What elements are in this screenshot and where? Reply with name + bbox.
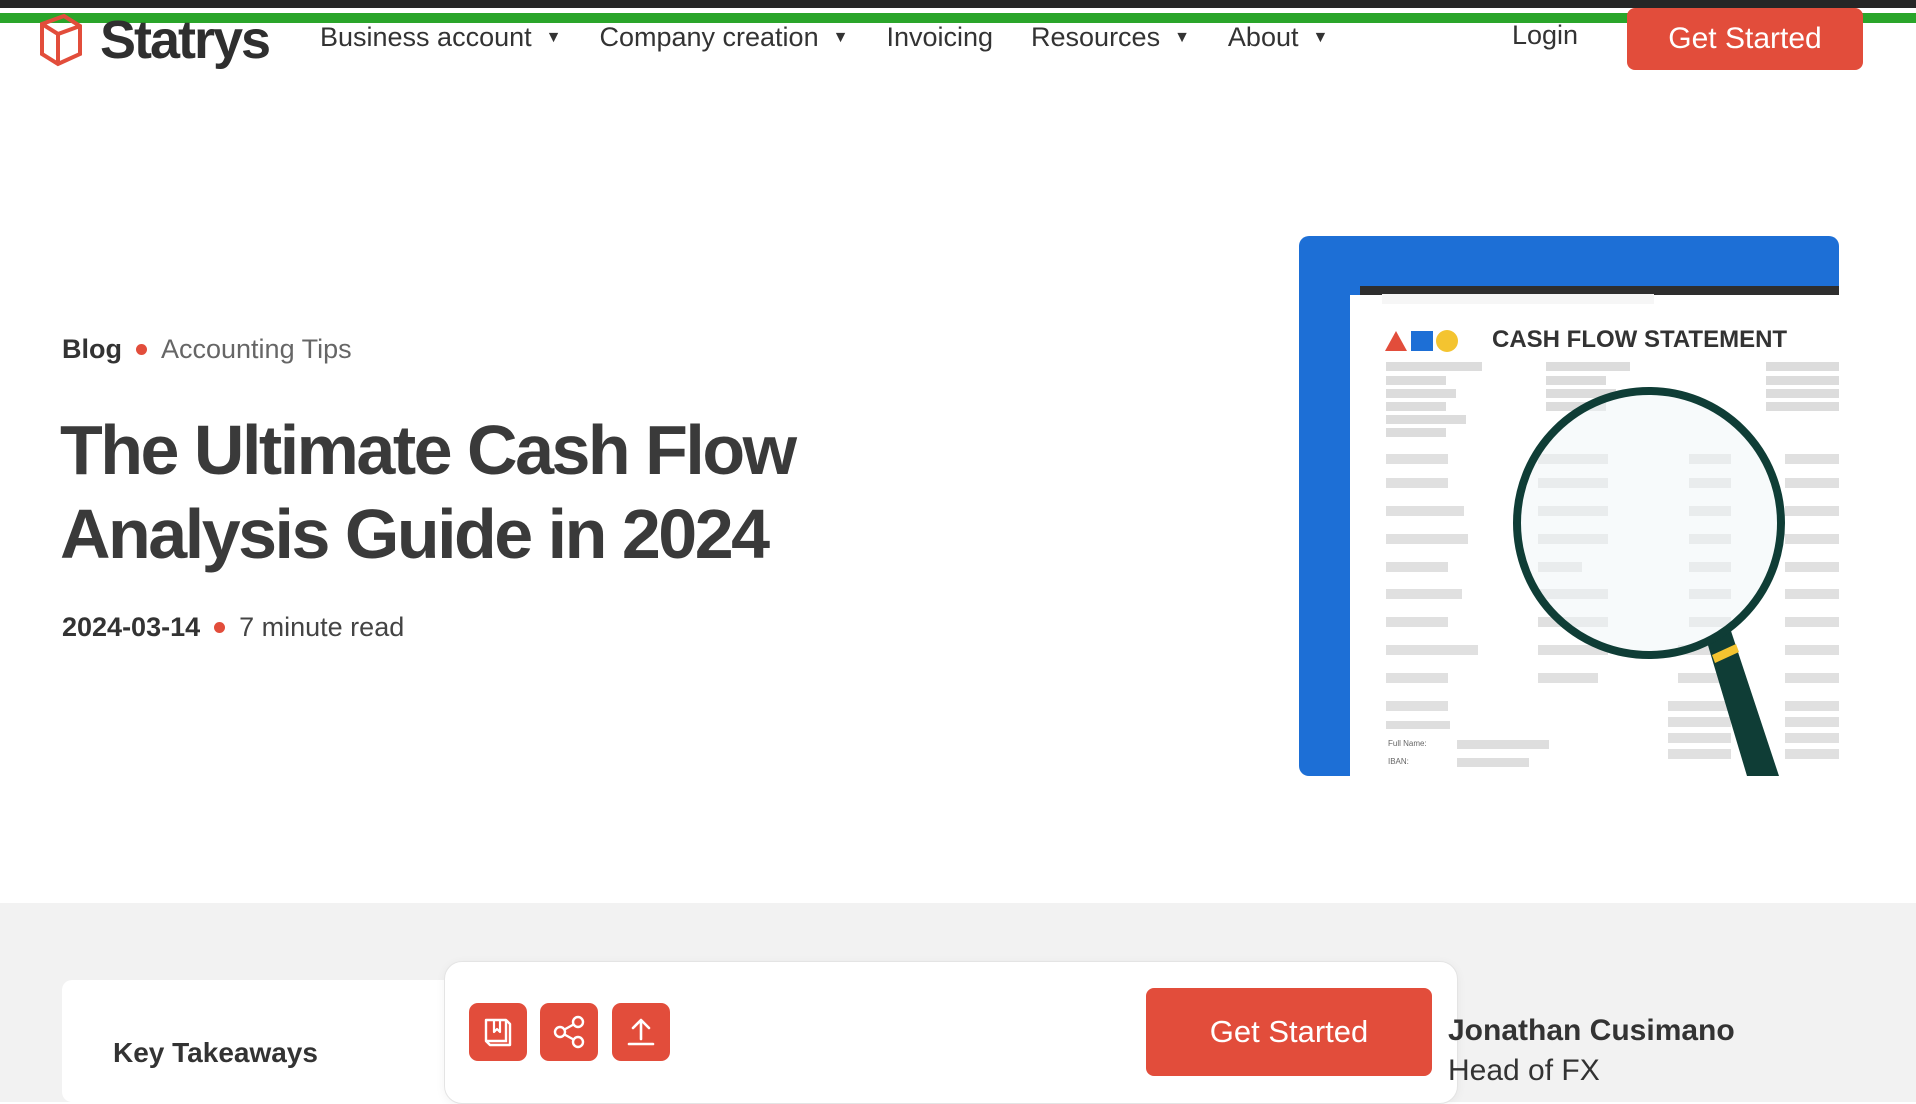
- cash-flow-illustration: CASH FLOW STATEMENT Full Name: IBAN:: [1299, 236, 1839, 776]
- upload-button[interactable]: [612, 1003, 670, 1061]
- book-icon: [484, 1018, 512, 1047]
- nav-company-creation[interactable]: Company creation ▼: [599, 22, 848, 53]
- separator-dot: [136, 344, 147, 355]
- statrys-logo-icon: [40, 13, 82, 67]
- brand-name: Statrys: [100, 10, 271, 70]
- read-time: 7 minute read: [239, 612, 405, 642]
- nav-about[interactable]: About ▼: [1228, 22, 1328, 53]
- publish-date: 2024-03-14: [62, 612, 201, 642]
- breadcrumb: Blog Accounting Tips: [62, 334, 352, 365]
- caret-down-icon: ▼: [832, 28, 849, 46]
- caret-down-icon: ▼: [545, 28, 562, 46]
- nav-resources[interactable]: Resources ▼: [1031, 22, 1190, 53]
- nav-label: Business account: [320, 22, 532, 52]
- article-meta: 2024-03-14 7 minute read: [62, 612, 404, 643]
- login-link[interactable]: Login: [1512, 20, 1578, 51]
- upload-icon: [627, 1018, 655, 1046]
- author-role: Head of FX: [1448, 1054, 1600, 1087]
- form-label-name: Full Name:: [1388, 739, 1427, 748]
- nav-label: About: [1227, 22, 1299, 52]
- separator-dot: [214, 622, 226, 633]
- logo[interactable]: Statrys: [34, 5, 271, 75]
- key-takeaways-heading[interactable]: Key Takeaways: [113, 1037, 318, 1069]
- get-started-button[interactable]: Get Started: [1627, 8, 1863, 70]
- nav-invoicing[interactable]: Invoicing: [886, 22, 993, 53]
- nav-label: Resources: [1031, 22, 1161, 52]
- nav-label: Company creation: [599, 22, 819, 52]
- caret-down-icon: ▼: [1174, 28, 1190, 46]
- get-started-button-sticky[interactable]: Get Started: [1146, 988, 1432, 1076]
- page-title: The Ultimate Cash Flow Analysis Guide in…: [60, 411, 797, 573]
- author-name[interactable]: Jonathan Cusimano: [1448, 1014, 1735, 1048]
- site-header: Statrys Business account ▼ Company creat…: [0, 0, 1916, 90]
- hero-heading: CASH FLOW STATEMENT: [1492, 326, 1787, 353]
- breadcrumb-category[interactable]: Accounting Tips: [161, 334, 352, 365]
- main-menu: Business account ▼ Company creation ▼ In…: [320, 22, 1366, 53]
- circle-shape: [1436, 330, 1458, 352]
- nav-business-account[interactable]: Business account ▼: [320, 22, 561, 53]
- share-icon: [553, 1015, 585, 1049]
- nav-label: Invoicing: [886, 22, 994, 52]
- breadcrumb-blog[interactable]: Blog: [62, 334, 122, 365]
- form-label-iban: IBAN:: [1388, 757, 1409, 766]
- hero-illustration: CASH FLOW STATEMENT Full Name: IBAN:: [1299, 236, 1839, 776]
- share-button[interactable]: [540, 1003, 598, 1061]
- caret-down-icon: ▼: [1312, 28, 1329, 46]
- square-shape: [1411, 331, 1433, 351]
- bookmark-button[interactable]: [469, 1003, 527, 1061]
